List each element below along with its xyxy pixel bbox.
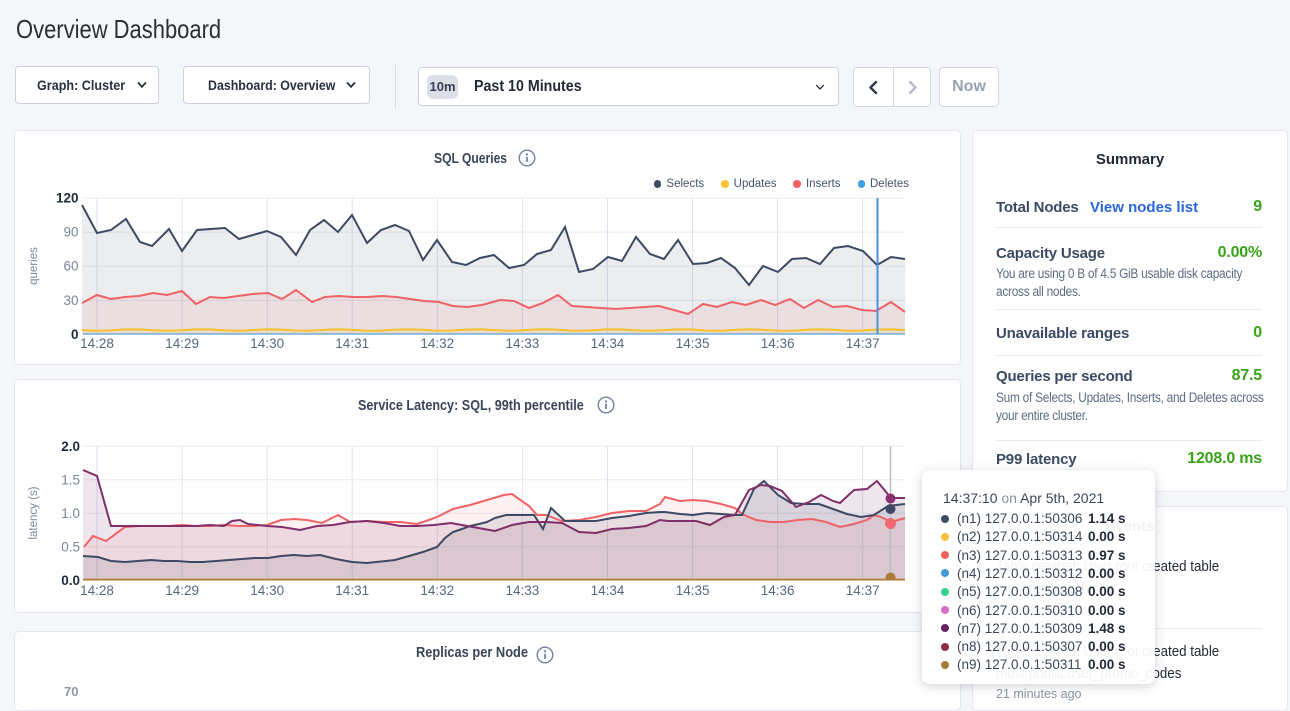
- svg-text:14:32: 14:32: [420, 336, 454, 351]
- svg-text:14:36: 14:36: [761, 336, 795, 351]
- svg-text:0.0: 0.0: [61, 573, 80, 588]
- svg-text:14:33: 14:33: [506, 583, 540, 598]
- svg-text:0: 0: [71, 327, 79, 342]
- svg-text:14:32: 14:32: [420, 583, 454, 598]
- svg-text:14:37: 14:37: [846, 583, 880, 598]
- svg-text:14:33: 14:33: [506, 336, 540, 351]
- svg-text:14:29: 14:29: [165, 336, 199, 351]
- svg-text:1.0: 1.0: [61, 506, 80, 521]
- svg-text:120: 120: [56, 191, 79, 206]
- svg-text:60: 60: [63, 259, 78, 274]
- svg-text:14:30: 14:30: [250, 336, 284, 351]
- svg-text:14:28: 14:28: [80, 336, 114, 351]
- svg-text:90: 90: [63, 225, 78, 240]
- svg-text:14:36: 14:36: [761, 583, 795, 598]
- svg-text:14:28: 14:28: [80, 583, 114, 598]
- svg-text:30: 30: [63, 293, 78, 308]
- svg-text:14:31: 14:31: [335, 336, 369, 351]
- svg-text:14:30: 14:30: [250, 583, 284, 598]
- svg-text:14:37: 14:37: [846, 336, 880, 351]
- svg-text:14:31: 14:31: [335, 583, 369, 598]
- svg-text:1.5: 1.5: [61, 472, 80, 487]
- svg-text:14:34: 14:34: [591, 583, 625, 598]
- svg-text:latency (s): latency (s): [28, 486, 40, 539]
- svg-text:queries: queries: [28, 247, 40, 285]
- svg-text:2.0: 2.0: [61, 439, 80, 454]
- svg-text:0.5: 0.5: [61, 539, 80, 554]
- svg-text:14:35: 14:35: [676, 336, 710, 351]
- svg-text:14:34: 14:34: [591, 336, 625, 351]
- svg-text:14:35: 14:35: [676, 583, 710, 598]
- svg-text:14:29: 14:29: [165, 583, 199, 598]
